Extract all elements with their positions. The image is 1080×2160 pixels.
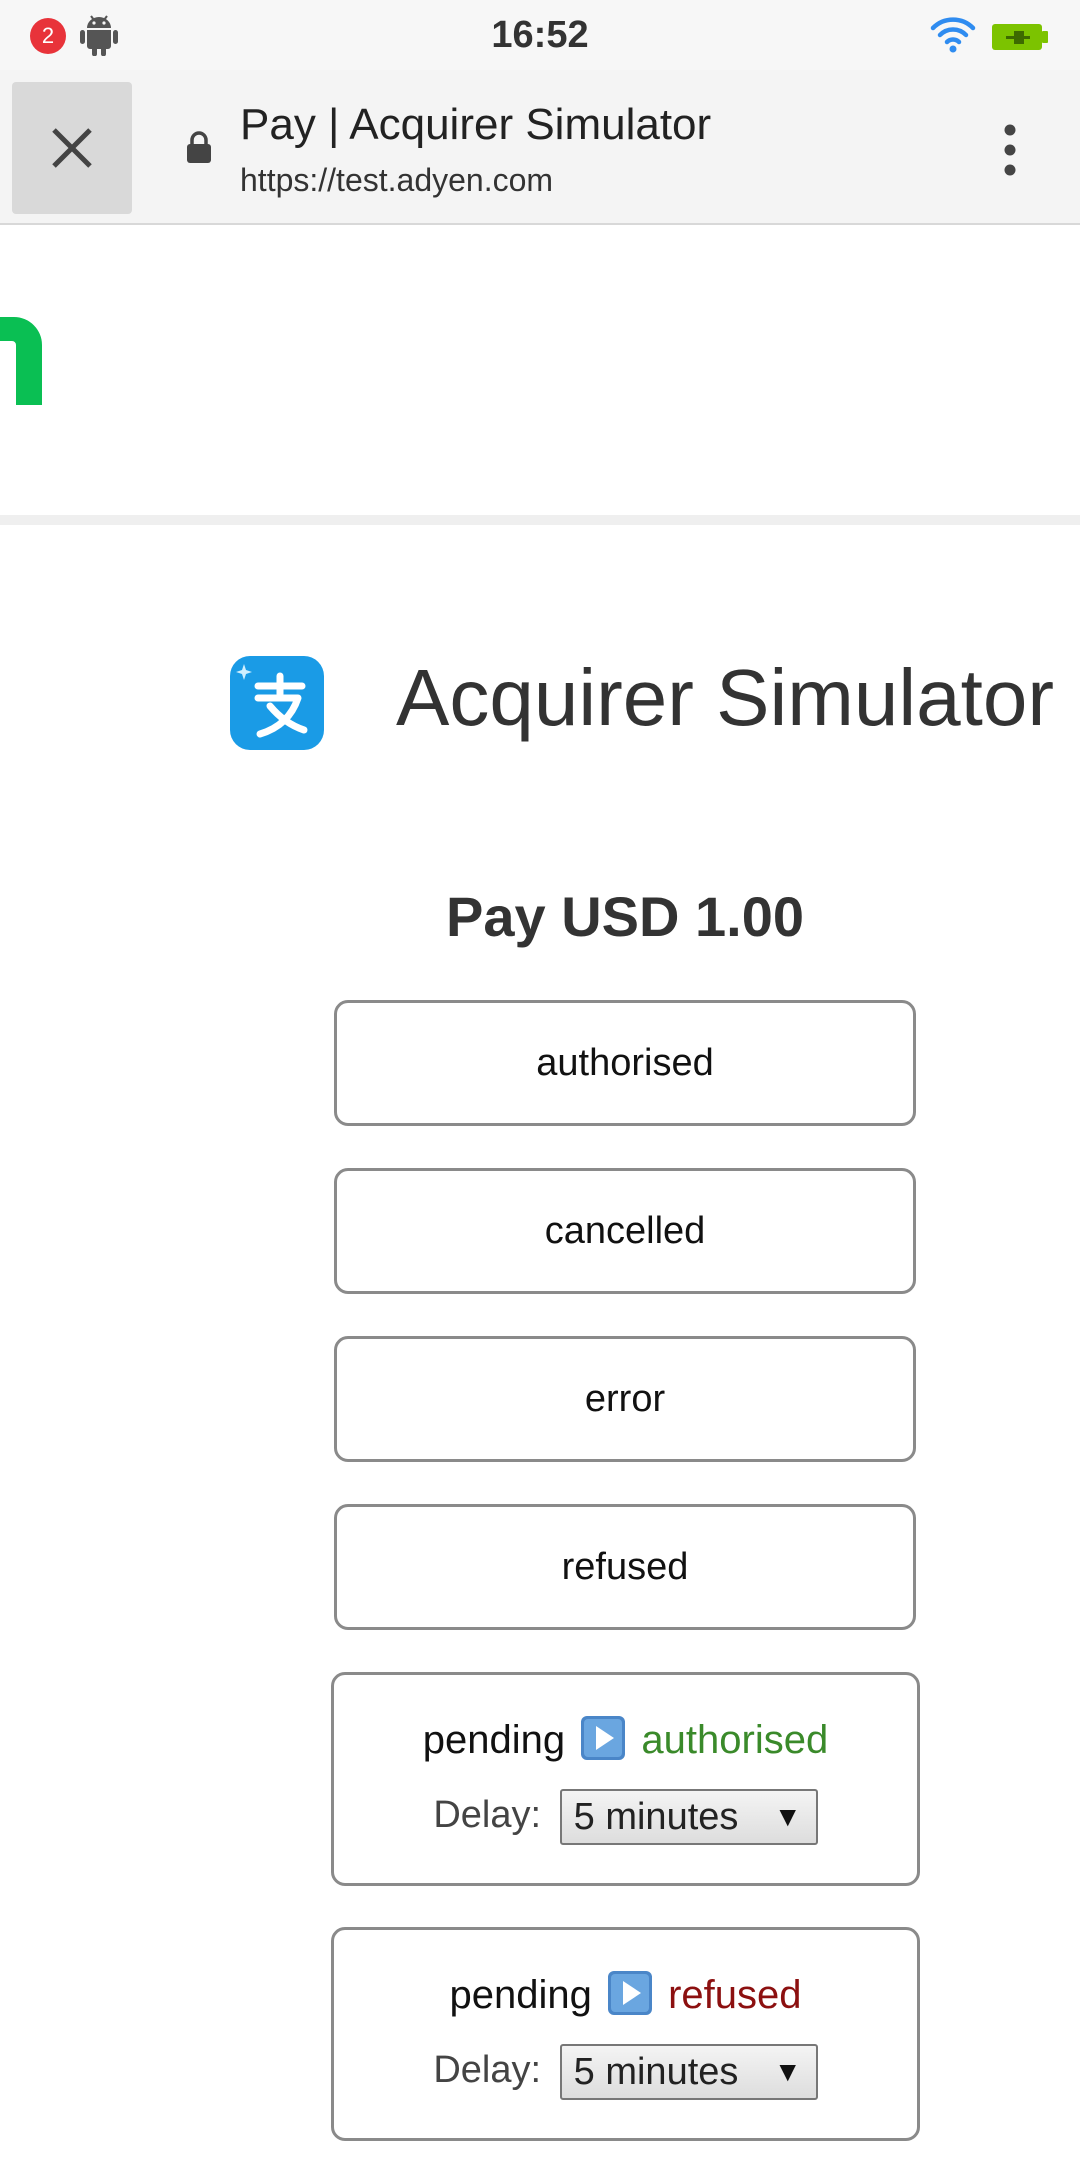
brand-logo <box>0 317 42 405</box>
browser-toolbar: Pay | Acquirer Simulator https://test.ad… <box>0 70 1080 225</box>
cancelled-button[interactable]: cancelled <box>334 1168 916 1294</box>
delay-label: Delay: <box>433 2049 542 2092</box>
wifi-icon <box>930 17 976 53</box>
delay-row: Delay: 5 minutes ▼ <box>334 1789 917 1845</box>
dropdown-caret-icon: ▼ <box>773 1801 802 1832</box>
acquirer-title: Acquirer Simulator <box>396 653 1055 742</box>
delay-row: Delay: 5 minutes ▼ <box>334 2044 917 2100</box>
page-url[interactable]: https://test.adyen.com <box>240 162 553 199</box>
close-icon <box>52 128 92 168</box>
pending-authorised-label[interactable]: pending authorised <box>334 1715 917 1763</box>
page-title[interactable]: Pay | Acquirer Simulator <box>240 100 711 150</box>
target-status-authorised: authorised <box>641 1718 829 1762</box>
play-arrow-icon <box>581 1716 626 1760</box>
alipay-logo <box>230 656 324 750</box>
dropdown-caret-icon: ▼ <box>773 2056 802 2087</box>
delay-label: Delay: <box>433 1794 542 1837</box>
battery-charging-icon <box>992 24 1048 50</box>
delay-select[interactable]: 5 minutes ▼ <box>559 1789 818 1845</box>
delay-select[interactable]: 5 minutes ▼ <box>559 2044 818 2100</box>
authorised-button[interactable]: authorised <box>334 1000 916 1126</box>
close-tab-button[interactable] <box>12 82 132 214</box>
more-vert-icon[interactable] <box>990 120 1030 180</box>
target-status-refused: refused <box>668 1973 802 2017</box>
lock-icon <box>187 131 211 163</box>
error-button[interactable]: error <box>334 1336 916 1462</box>
delay-select-value: 5 minutes <box>573 1796 739 1838</box>
pending-label: pending <box>449 1973 592 2017</box>
pending-refused-option[interactable]: pending refused Delay: 5 minutes ▼ <box>331 1927 920 2141</box>
status-bar: 2 16:52 <box>0 0 1080 70</box>
pending-label: pending <box>422 1718 566 1762</box>
pending-refused-label[interactable]: pending refused <box>334 1970 917 2018</box>
delay-select-value: 5 minutes <box>573 2051 739 2093</box>
refused-button[interactable]: refused <box>334 1504 916 1630</box>
play-arrow-icon <box>607 1971 652 2015</box>
pending-authorised-option[interactable]: pending authorised Delay: 5 minutes ▼ <box>331 1672 920 1886</box>
brand-header <box>0 225 1080 525</box>
payment-amount-label: Pay USD 1.00 <box>446 885 804 948</box>
clock: 16:52 <box>491 14 589 56</box>
